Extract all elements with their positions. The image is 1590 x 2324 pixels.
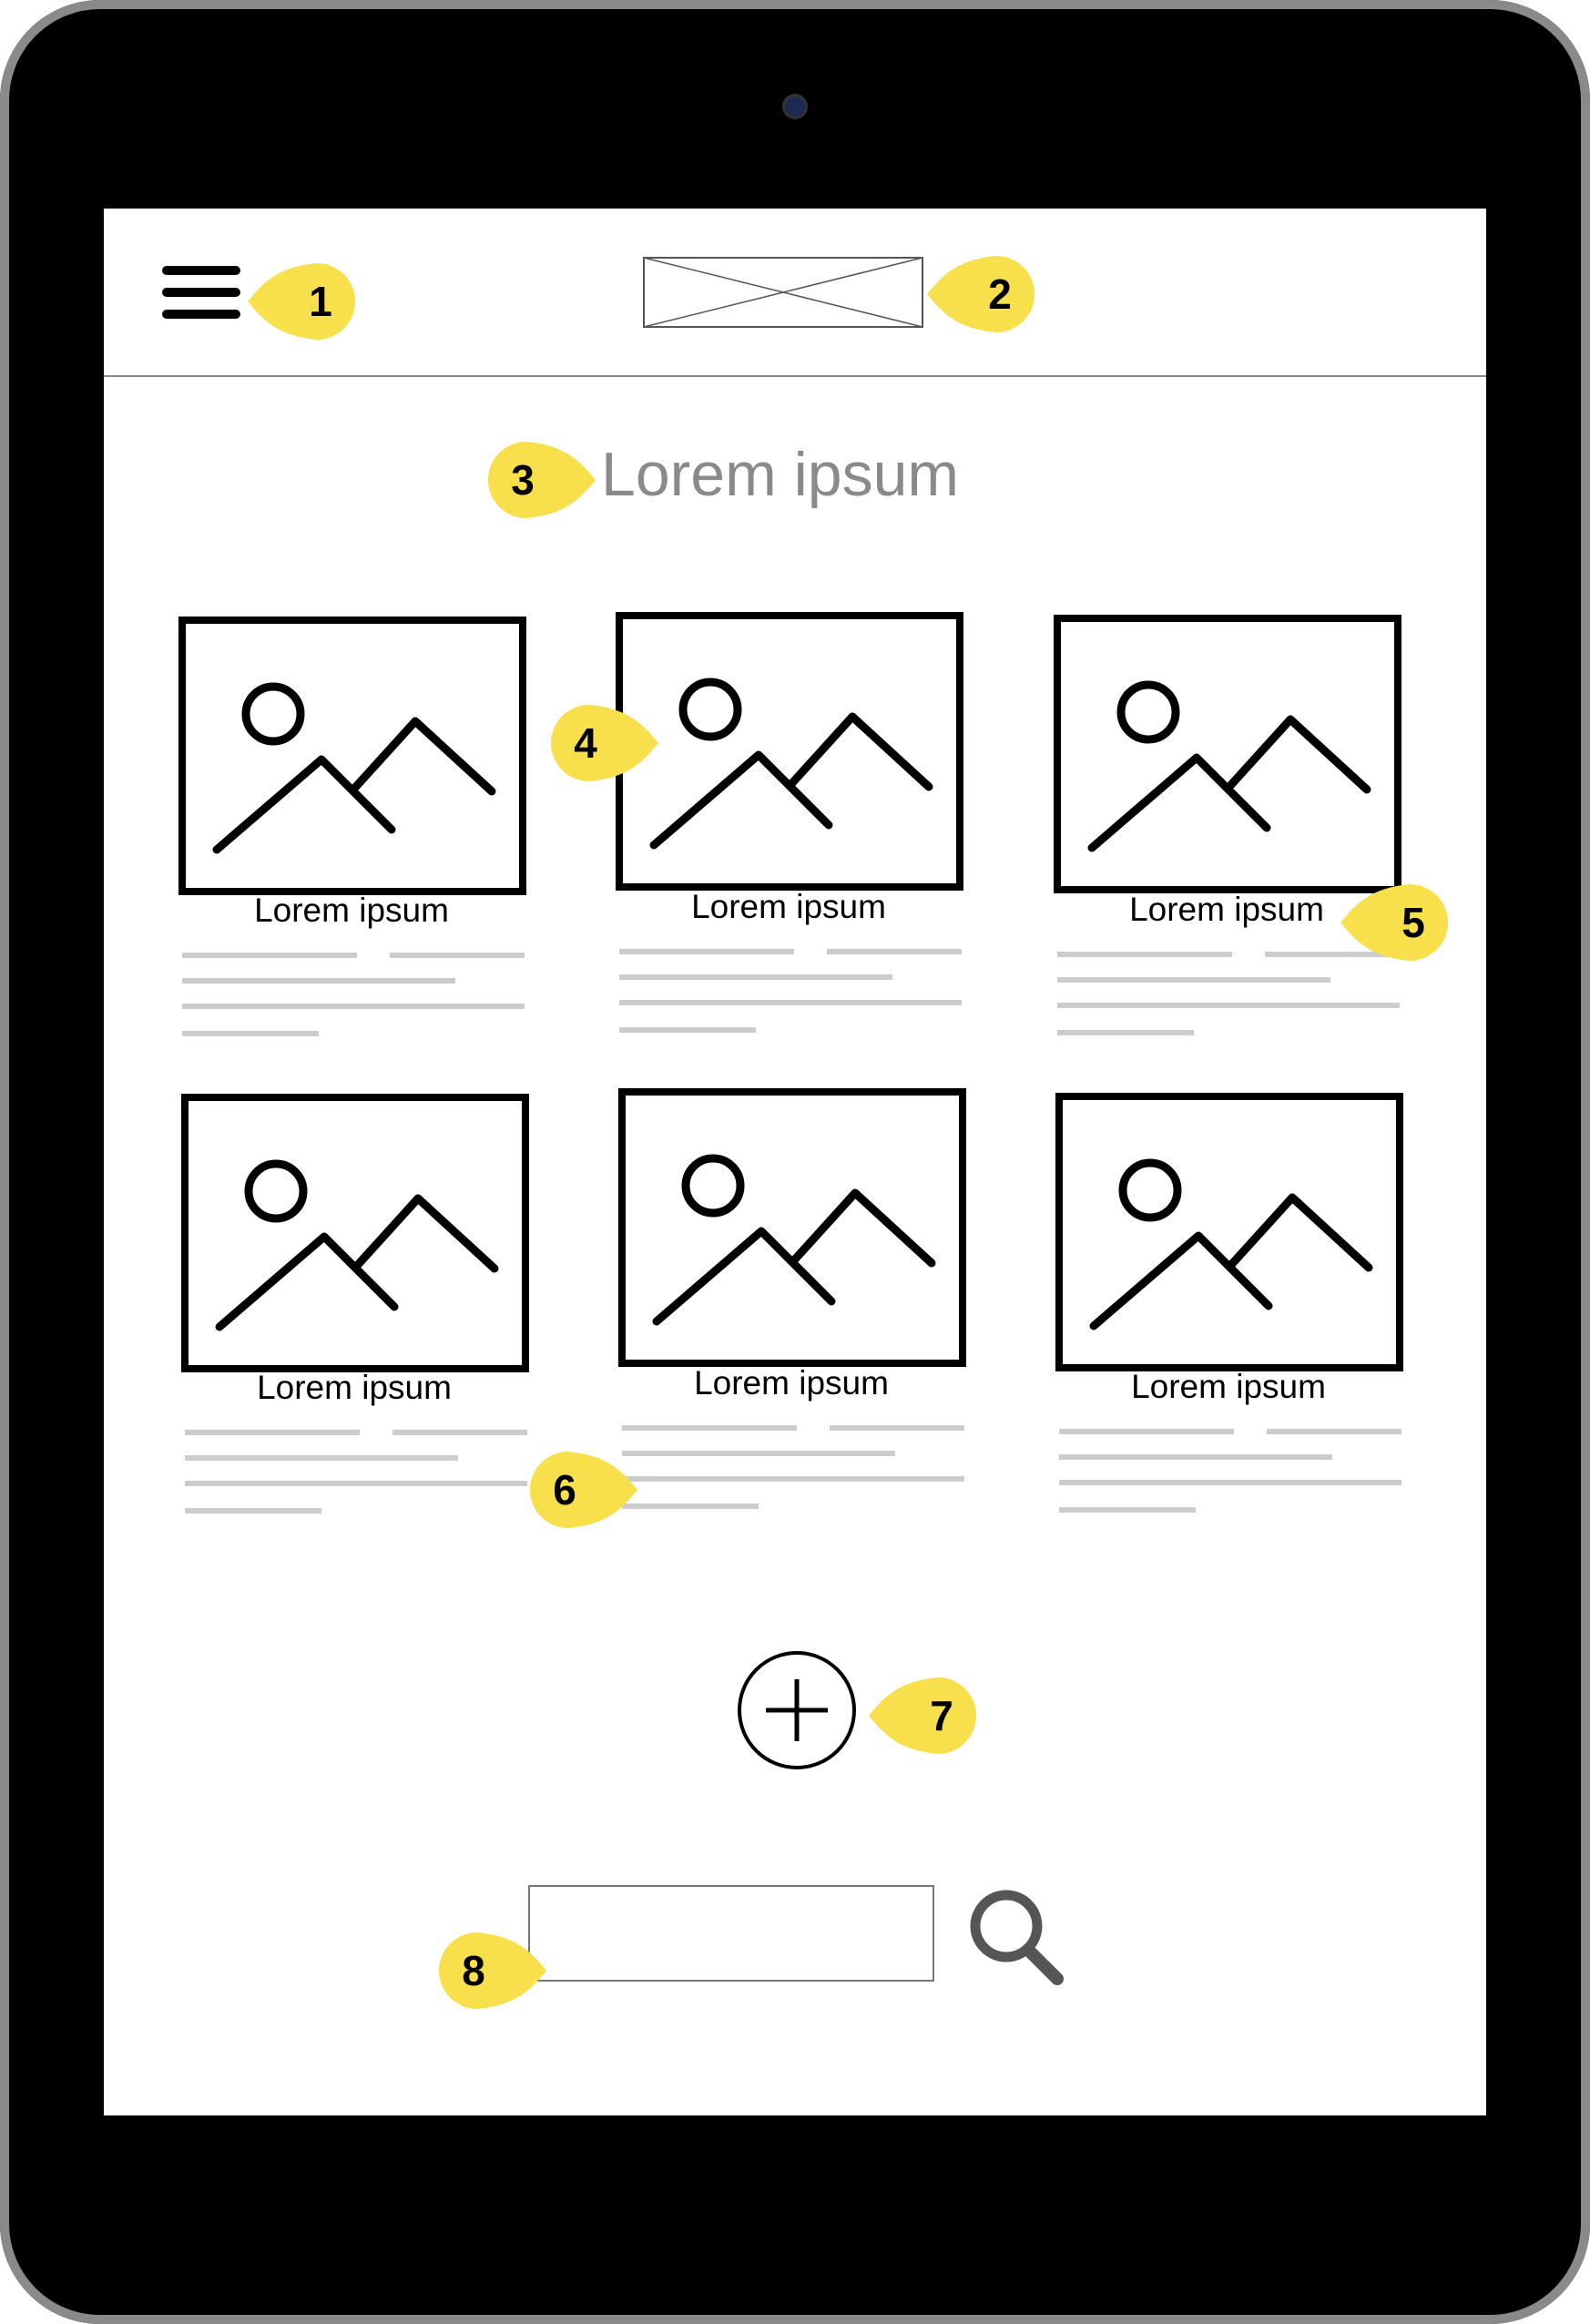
camera-icon (785, 97, 805, 117)
callout-marker-4: 4 (542, 705, 658, 781)
callout-number: 8 (462, 1947, 485, 1994)
card-title: Lorem ipsum (691, 888, 886, 925)
card-4[interactable]: Lorem ipsum (181, 1094, 533, 1538)
callout-marker-2: 2 (927, 256, 1044, 332)
callout-number: 5 (1401, 899, 1425, 946)
card-5[interactable]: Lorem ipsum (618, 1088, 970, 1534)
callout-marker-7: 7 (869, 1677, 985, 1754)
search-icon (970, 1890, 1064, 1985)
image-placeholder-icon (1055, 1093, 1403, 1371)
search-button[interactable] (966, 1886, 1066, 1988)
image-placeholder-icon (616, 612, 963, 891)
text-placeholder-lines (619, 949, 962, 1033)
card-title: Lorem ipsum (257, 1369, 452, 1406)
callout-marker-3: 3 (479, 442, 596, 518)
callout-number: 6 (553, 1466, 576, 1514)
image-placeholder-icon (618, 1088, 966, 1367)
card-title: Lorem ipsum (1131, 1368, 1326, 1405)
callout-marker-5: 5 (1340, 884, 1457, 961)
card-title: Lorem ipsum (694, 1364, 889, 1402)
header-divider (104, 375, 1486, 377)
card-title: Lorem ipsum (254, 892, 449, 929)
callout-marker-1: 1 (248, 263, 364, 340)
text-placeholder-lines (1057, 952, 1400, 1035)
card-2[interactable]: Lorem ipsum (616, 612, 967, 1057)
text-placeholder-lines (1059, 1429, 1401, 1513)
tablet-device: Lorem ipsum Lorem ipsum Lorem ipsum Lorem … (0, 0, 1590, 2324)
search-input[interactable] (528, 1885, 934, 1982)
callout-number: 2 (988, 270, 1012, 318)
text-placeholder-lines (182, 953, 525, 1036)
callout-number: 7 (930, 1692, 953, 1739)
logo-placeholder-icon[interactable] (643, 257, 923, 328)
card-6[interactable]: Lorem ipsum (1055, 1093, 1407, 1537)
image-placeholder-icon (178, 617, 526, 895)
plus-icon (766, 1679, 828, 1741)
text-placeholder-lines (185, 1430, 527, 1514)
callout-number: 3 (511, 456, 535, 504)
card-1[interactable]: Lorem ipsum (178, 617, 530, 1061)
image-placeholder-icon (181, 1094, 529, 1372)
callout-number: 4 (574, 719, 597, 767)
callout-marker-6: 6 (521, 1452, 637, 1528)
page-title: Lorem ipsum (601, 440, 960, 509)
card-3[interactable]: Lorem ipsum (1054, 615, 1405, 1060)
text-placeholder-lines (622, 1425, 964, 1509)
tablet-screen: Lorem ipsum Lorem ipsum Lorem ipsum Lorem … (104, 209, 1486, 2115)
image-placeholder-icon (1054, 615, 1401, 893)
add-button[interactable] (738, 1651, 856, 1769)
callout-number: 1 (309, 278, 332, 325)
callout-marker-8: 8 (430, 1932, 546, 2009)
hamburger-menu-icon[interactable] (162, 266, 240, 322)
